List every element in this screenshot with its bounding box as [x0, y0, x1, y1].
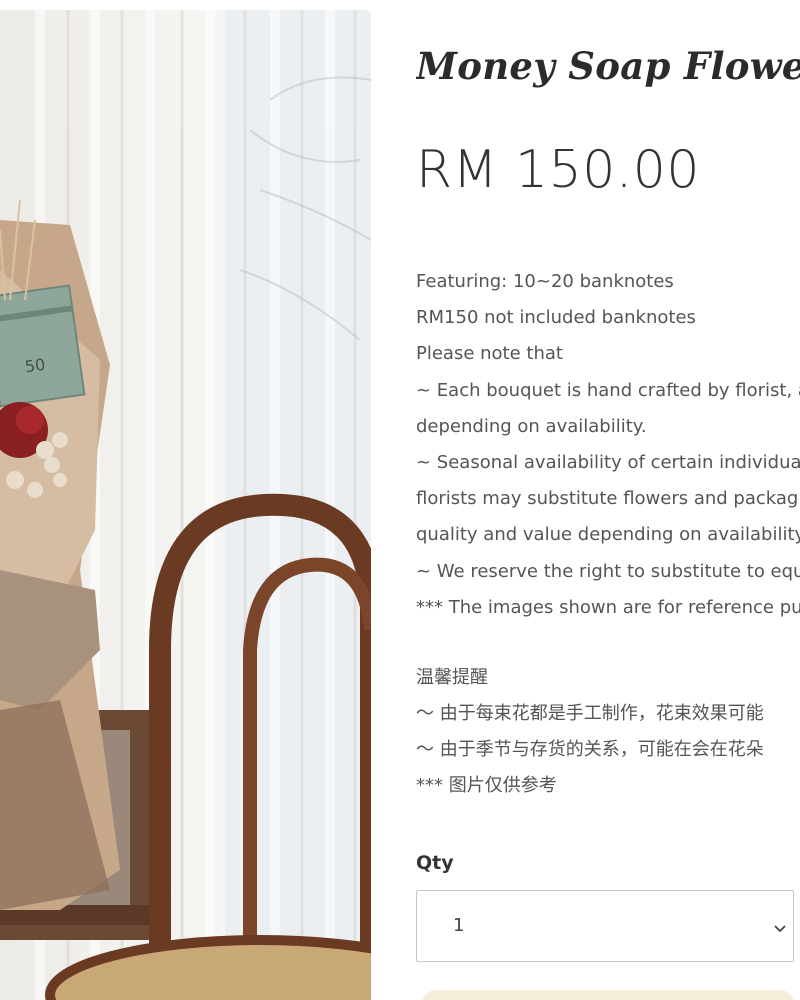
quantity-label: Qty [416, 852, 454, 874]
description-line: Featuring: 10~20 banknotes [416, 271, 674, 292]
description-line: RM150 not included banknotes [416, 307, 696, 329]
chevron-down-icon [773, 919, 787, 938]
description-line: florists may substitute flowers and pack… [416, 488, 800, 510]
notes-line: *** 图片仅供参考 [416, 775, 557, 796]
product-price: RM 150.00 [416, 140, 700, 200]
description-line: Please note that [416, 343, 563, 365]
description-line: depending on availability. [416, 415, 647, 437]
notes-line: 〜 由于每束花都是手工制作，花束效果可能 [416, 703, 764, 724]
description-line: ~ Seasonal availability of certain indiv… [416, 451, 800, 473]
description-line: *** The images shown are for reference p… [416, 596, 800, 618]
notes-line: 〜 由于季节与存货的关系，可能在会在花朵 [416, 739, 764, 760]
product-title: Money Soap Flower B [416, 44, 800, 88]
svg-text:50: 50 [24, 355, 47, 377]
description-line: ~ Each bouquet is hand crafted by floris… [416, 379, 800, 401]
add-to-cart-button[interactable] [422, 990, 794, 1000]
product-info-panel: Money Soap Flower B RM 150.00 Featuring:… [416, 0, 800, 1000]
quantity-select[interactable]: 1 [416, 890, 794, 962]
bouquet-photo-illustration: 50 [0, 10, 371, 1000]
product-image[interactable]: 50 [0, 10, 371, 1000]
description-line: ~ We reserve the right to substitute to … [416, 560, 800, 582]
description-line: quality and value depending on availabil… [416, 524, 800, 546]
notes-heading: 温馨提醒 [416, 667, 488, 688]
product-description: Featuring: 10~20 banknotes RM150 not inc… [416, 264, 800, 626]
reminder-notes-zh: 温馨提醒 〜 由于每束花都是手工制作，花束效果可能 〜 由于季节与存货的关系，可… [416, 660, 800, 804]
quantity-selected-value: 1 [453, 915, 465, 936]
